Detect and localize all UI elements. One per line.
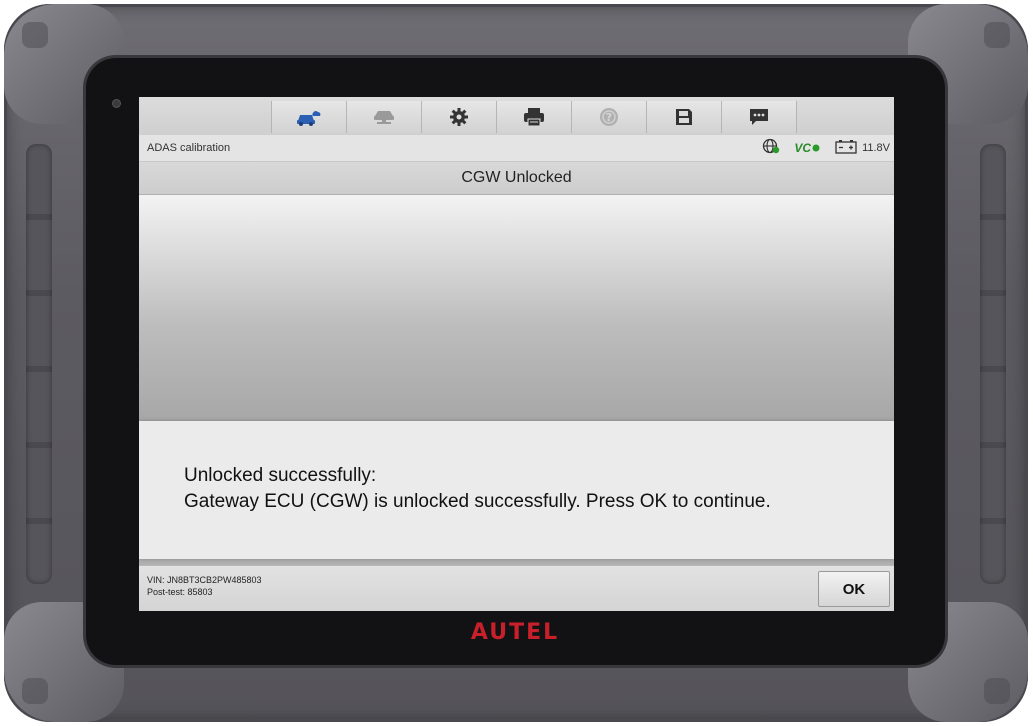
toolbar-save-button[interactable] (647, 101, 722, 133)
battery-status: 11.8V (835, 139, 890, 157)
top-toolbar: ? (139, 97, 894, 135)
side-grip (26, 144, 52, 584)
page-title: CGW Unlocked (139, 162, 894, 195)
network-globe-icon (762, 138, 780, 159)
battery-voltage: 11.8V (862, 142, 890, 154)
battery-icon (835, 139, 857, 157)
toolbar-vehicle-button[interactable] (347, 101, 422, 133)
vci-status: VC (794, 141, 821, 155)
toolbar-help-button[interactable]: ? (572, 101, 647, 133)
vci-label: VC (794, 141, 812, 155)
message-dialog: Unlocked successfully: Gateway ECU (CGW)… (139, 421, 894, 559)
device-screen: ? ADAS calibration VC 11.8V CGW Unlocked… (139, 97, 894, 611)
vehicle-lift-icon (370, 107, 398, 127)
side-grip (980, 144, 1006, 584)
content-area: Unlocked successfully: Gateway ECU (CGW)… (139, 195, 894, 565)
vci-connected-icon (811, 141, 821, 155)
dialog-line-2: Gateway ECU (CGW) is unlocked successful… (184, 491, 771, 512)
dialog-message: Unlocked successfully: Gateway ECU (CGW)… (184, 463, 771, 515)
toolbar-home-button[interactable] (271, 101, 347, 133)
message-icon (748, 107, 770, 127)
toolbar-buttons: ? (271, 101, 797, 133)
printer-icon (522, 107, 546, 127)
vin-label: VIN: JN8BT3CB2PW485803 (147, 575, 262, 585)
ok-button[interactable]: OK (818, 571, 890, 607)
section-label: ADAS calibration (147, 142, 231, 154)
post-test-label: Post-test: 85803 (147, 587, 213, 597)
vehicle-cloud-icon (295, 107, 323, 127)
brand-logo: AUTEL (470, 620, 560, 645)
footer-bar: VIN: JN8BT3CB2PW485803 Post-test: 85803 … (139, 565, 894, 611)
svg-text:?: ? (606, 111, 612, 124)
help-icon: ? (599, 107, 619, 127)
save-icon (674, 107, 694, 127)
status-bar: ADAS calibration VC 11.8V (139, 135, 894, 162)
gear-icon (449, 107, 469, 127)
status-indicators: VC 11.8V (762, 135, 890, 161)
toolbar-settings-button[interactable] (422, 101, 497, 133)
dialog-line-1: Unlocked successfully: (184, 465, 377, 486)
toolbar-print-button[interactable] (497, 101, 572, 133)
vehicle-info: VIN: JN8BT3CB2PW485803 Post-test: 85803 (147, 574, 262, 598)
toolbar-messages-button[interactable] (722, 101, 797, 133)
camera-icon (113, 100, 120, 107)
